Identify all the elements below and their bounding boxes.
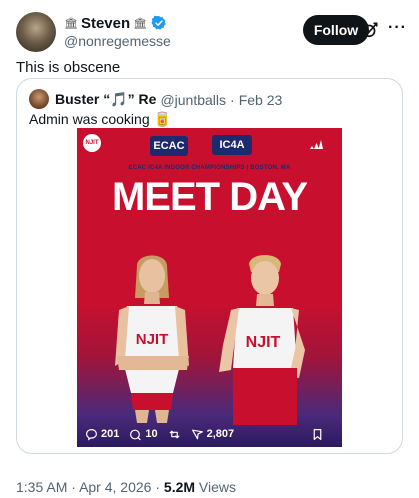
author-handle[interactable]: @nonregemesse — [64, 33, 171, 49]
share-arrow-icon — [191, 429, 203, 439]
ic4a-logo: IC4A — [212, 135, 252, 155]
quote-action[interactable]: 10 — [129, 428, 158, 441]
bookmark-icon — [313, 428, 322, 440]
tweet-text: This is obscene — [16, 59, 121, 76]
njit-logo: NJIT — [83, 134, 101, 152]
quoted-tweet[interactable]: Buster “🎵” Re @juntballs · Feb 23 Admin … — [16, 78, 403, 454]
bookmark-action[interactable] — [311, 428, 324, 441]
author-avatar[interactable] — [16, 12, 56, 52]
meta-dot-2: · — [155, 479, 161, 495]
views-label: Views — [198, 479, 237, 495]
tweet-date[interactable]: Apr 4, 2026 — [79, 479, 151, 495]
name-emoji-left: 🏛 — [64, 16, 78, 30]
like-action[interactable]: 2,807 — [191, 428, 235, 441]
like-count: 2,807 — [206, 428, 235, 440]
quote-separator: · — [230, 91, 235, 108]
reply-icon — [86, 428, 97, 441]
views-count: 5.2M — [163, 479, 196, 495]
quote-avatar[interactable] — [29, 89, 49, 109]
right-jersey-text: NJIT — [246, 334, 281, 351]
tweet-time[interactable]: 1:35 AM — [16, 479, 67, 495]
ecac-logo: ECAC — [150, 136, 188, 156]
verified-badge-icon — [151, 15, 166, 30]
tweet: 🏛 Steven 🏛 @nonregemesse Follow ··· This… — [0, 0, 419, 498]
quote-count-icon — [130, 429, 142, 440]
name-emoji-right: 🏛 — [133, 16, 148, 30]
author-name-line[interactable]: 🏛 Steven 🏛 — [64, 14, 167, 32]
quote-count: 10 — [145, 428, 158, 440]
reply-action[interactable]: 201 — [85, 428, 119, 441]
poster-title: MEET DAY — [111, 175, 308, 219]
adidas-logo-icon — [310, 140, 323, 149]
quote-text: Admin was cooking 🥫 — [29, 111, 171, 127]
author-display-name[interactable]: Steven — [81, 15, 130, 32]
repost-action[interactable] — [168, 428, 181, 441]
more-options-icon[interactable]: ··· — [388, 19, 408, 39]
grok-icon[interactable] — [360, 20, 380, 40]
athlete-left-illustration: NJIT — [115, 255, 189, 423]
quote-header: Buster “🎵” Re @juntballs · Feb 23 — [55, 91, 282, 108]
athlete-right-illustration: NJIT — [219, 255, 305, 425]
tweet-metadata: 1:35 AM · Apr 4, 2026 · 5.2M Views — [16, 479, 236, 495]
quote-handle[interactable]: @juntballs — [160, 92, 226, 108]
left-jersey-text: NJIT — [136, 331, 169, 348]
reply-count: 201 — [101, 428, 120, 440]
quote-display-name[interactable]: Buster “🎵” Re — [55, 91, 156, 108]
repost-icon — [169, 430, 180, 438]
image-action-bar: 201 10 2,807 — [77, 421, 342, 447]
meet-day-poster-image[interactable]: NJIT ECAC IC4A ECAC IC4A INDOOR CHAMPION… — [77, 128, 342, 447]
meta-dot: · — [71, 479, 76, 495]
poster-subtitle: ECAC IC4A INDOOR CHAMPIONSHIPS | BOSTON,… — [128, 165, 291, 171]
quote-date[interactable]: Feb 23 — [239, 92, 283, 108]
